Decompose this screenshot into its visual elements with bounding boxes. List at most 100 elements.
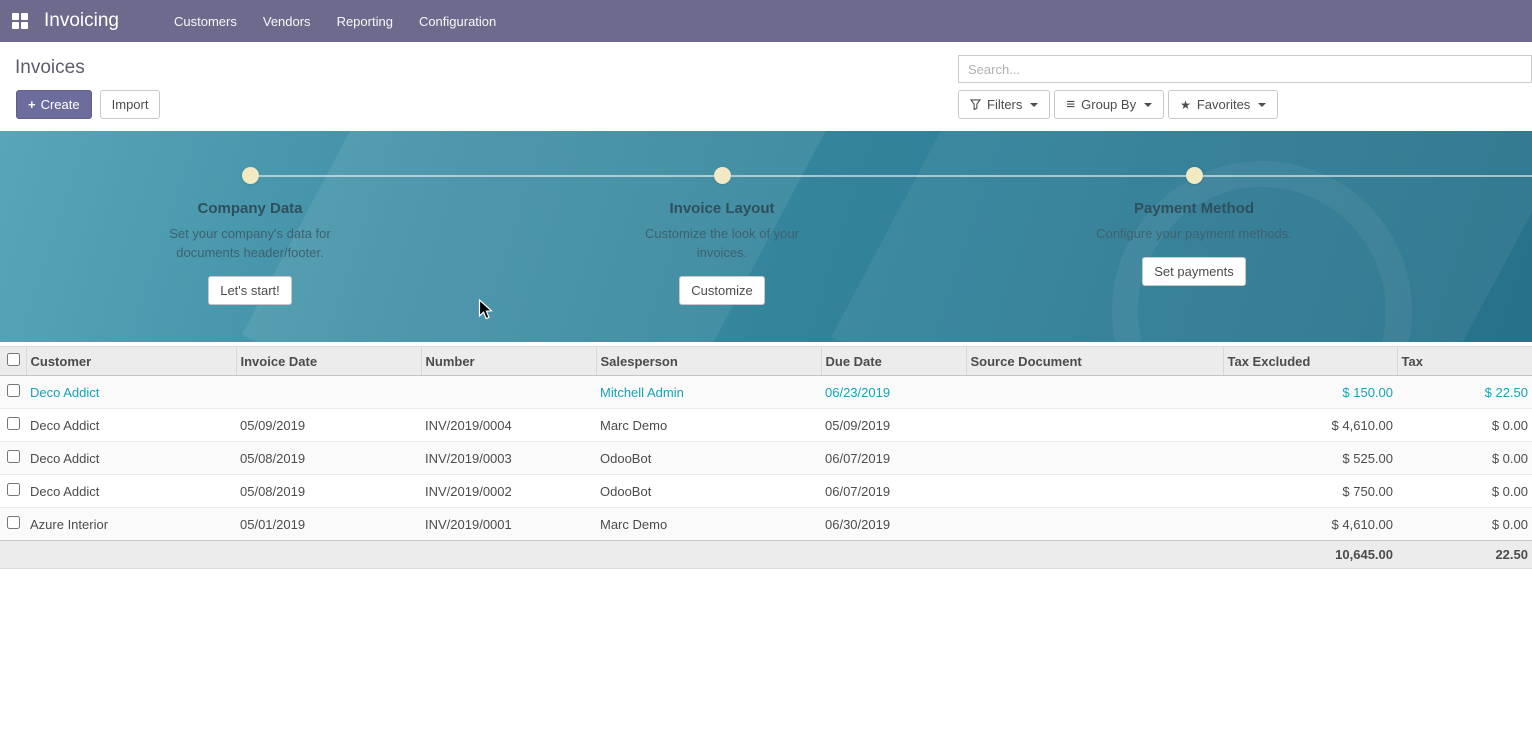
table-row[interactable]: Deco Addict Mitchell Admin 06/23/2019 $ …	[0, 376, 1532, 409]
onboarding-banner: Company Data Set your company's data for…	[0, 131, 1532, 342]
cell-due-date: 06/07/2019	[821, 475, 966, 508]
cell-number: INV/2019/0003	[421, 442, 596, 475]
table-row[interactable]: Deco Addict 05/09/2019 INV/2019/0004 Mar…	[0, 409, 1532, 442]
customize-button[interactable]: Customize	[679, 276, 764, 305]
cell-customer: Deco Addict	[26, 442, 236, 475]
column-header-source-document[interactable]: Source Document	[966, 347, 1223, 376]
table-row[interactable]: Azure Interior 05/01/2019 INV/2019/0001 …	[0, 508, 1532, 541]
total-tax-excluded: 10,645.00	[1223, 541, 1397, 569]
lets-start-button[interactable]: Let's start!	[208, 276, 292, 305]
breadcrumb: Invoices	[15, 57, 85, 79]
cell-source-document	[966, 376, 1223, 409]
chevron-down-icon	[1030, 103, 1038, 107]
onboarding-step-invoice-layout: Invoice Layout Customize the look of you…	[592, 167, 852, 305]
search-view-buttons: Filters ≡ Group By ★ Favorites	[958, 90, 1278, 119]
column-header-customer[interactable]: Customer	[26, 347, 236, 376]
column-header-invoice-date[interactable]: Invoice Date	[236, 347, 421, 376]
group-by-label: Group By	[1081, 96, 1136, 113]
cell-tax-excluded: $ 4,610.00	[1223, 409, 1397, 442]
create-button-label: Create	[41, 97, 80, 112]
import-button[interactable]: Import	[100, 90, 161, 119]
table-row[interactable]: Deco Addict 05/08/2019 INV/2019/0003 Odo…	[0, 442, 1532, 475]
cell-salesperson: Marc Demo	[596, 508, 821, 541]
row-checkbox[interactable]	[7, 516, 20, 529]
cell-tax-excluded: $ 150.00	[1223, 376, 1397, 409]
table-row[interactable]: Deco Addict 05/08/2019 INV/2019/0002 Odo…	[0, 475, 1532, 508]
cell-source-document	[966, 508, 1223, 541]
cell-due-date: 06/07/2019	[821, 442, 966, 475]
search-input[interactable]	[958, 55, 1532, 83]
cell-tax: $ 0.00	[1397, 475, 1532, 508]
row-checkbox[interactable]	[7, 384, 20, 397]
cell-number	[421, 376, 596, 409]
column-header-tax-excluded[interactable]: Tax Excluded	[1223, 347, 1397, 376]
column-header-due-date[interactable]: Due Date	[821, 347, 966, 376]
control-panel: Invoices + Create Import Filters ≡ Group …	[0, 42, 1532, 131]
favorites-label: Favorites	[1197, 96, 1250, 113]
cell-salesperson: OdooBot	[596, 475, 821, 508]
plus-icon: +	[28, 97, 36, 112]
cell-source-document	[966, 475, 1223, 508]
cell-source-document	[966, 409, 1223, 442]
cell-customer: Deco Addict	[26, 475, 236, 508]
menu-item-customers[interactable]: Customers	[161, 1, 250, 42]
cell-customer: Deco Addict	[26, 409, 236, 442]
create-button[interactable]: + Create	[16, 90, 92, 119]
app-title[interactable]: Invoicing	[44, 10, 119, 32]
onboarding-step-company-data: Company Data Set your company's data for…	[120, 167, 380, 305]
row-checkbox[interactable]	[7, 483, 20, 496]
invoices-table: Customer Invoice Date Number Salesperson…	[0, 346, 1532, 569]
step-title: Company Data	[120, 200, 380, 217]
cell-salesperson: OdooBot	[596, 442, 821, 475]
cell-invoice-date: 05/09/2019	[236, 409, 421, 442]
column-header-salesperson[interactable]: Salesperson	[596, 347, 821, 376]
cell-source-document	[966, 442, 1223, 475]
cell-invoice-date: 05/01/2019	[236, 508, 421, 541]
filters-button[interactable]: Filters	[958, 90, 1050, 119]
table-header-row: Customer Invoice Date Number Salesperson…	[0, 347, 1532, 376]
column-header-tax[interactable]: Tax	[1397, 347, 1532, 376]
row-checkbox[interactable]	[7, 417, 20, 430]
step-title: Payment Method	[1064, 200, 1324, 217]
filters-label: Filters	[987, 96, 1022, 113]
cell-due-date: 05/09/2019	[821, 409, 966, 442]
step-dot	[242, 167, 259, 184]
menu-item-reporting[interactable]: Reporting	[324, 1, 406, 42]
favorites-button[interactable]: ★ Favorites	[1168, 90, 1278, 119]
menu-item-vendors[interactable]: Vendors	[250, 1, 324, 42]
cell-number: INV/2019/0004	[421, 409, 596, 442]
cell-customer: Deco Addict	[26, 376, 236, 409]
invoicing-app: Invoicing Customers Vendors Reporting Co…	[0, 0, 1532, 569]
step-subtitle: Customize the look of your invoices.	[592, 225, 852, 263]
cell-tax: $ 22.50	[1397, 376, 1532, 409]
cell-due-date: 06/23/2019	[821, 376, 966, 409]
select-all-cell	[0, 347, 26, 376]
star-icon: ★	[1180, 99, 1191, 111]
chevron-down-icon	[1144, 103, 1152, 107]
row-checkbox[interactable]	[7, 450, 20, 463]
cell-tax: $ 0.00	[1397, 409, 1532, 442]
group-by-button[interactable]: ≡ Group By	[1054, 90, 1164, 119]
select-all-checkbox[interactable]	[7, 353, 20, 366]
cell-tax-excluded: $ 750.00	[1223, 475, 1397, 508]
menu-item-configuration[interactable]: Configuration	[406, 1, 509, 42]
action-buttons: + Create Import	[16, 90, 160, 119]
apps-grid-icon[interactable]	[12, 13, 28, 29]
cell-salesperson: Mitchell Admin	[596, 376, 821, 409]
onboarding-step-payment-method: Payment Method Configure your payment me…	[1064, 167, 1324, 286]
cell-tax: $ 0.00	[1397, 508, 1532, 541]
cell-invoice-date: 05/08/2019	[236, 475, 421, 508]
step-subtitle: Configure your payment methods.	[1064, 225, 1324, 244]
step-title: Invoice Layout	[592, 200, 852, 217]
filter-funnel-icon	[970, 99, 981, 110]
cell-invoice-date	[236, 376, 421, 409]
group-by-icon: ≡	[1066, 97, 1075, 112]
cell-salesperson: Marc Demo	[596, 409, 821, 442]
total-tax: 22.50	[1397, 541, 1532, 569]
table-totals-row: 10,645.00 22.50	[0, 541, 1532, 569]
cell-tax-excluded: $ 525.00	[1223, 442, 1397, 475]
set-payments-button[interactable]: Set payments	[1142, 257, 1246, 286]
column-header-number[interactable]: Number	[421, 347, 596, 376]
top-navbar: Invoicing Customers Vendors Reporting Co…	[0, 0, 1532, 42]
chevron-down-icon	[1258, 103, 1266, 107]
